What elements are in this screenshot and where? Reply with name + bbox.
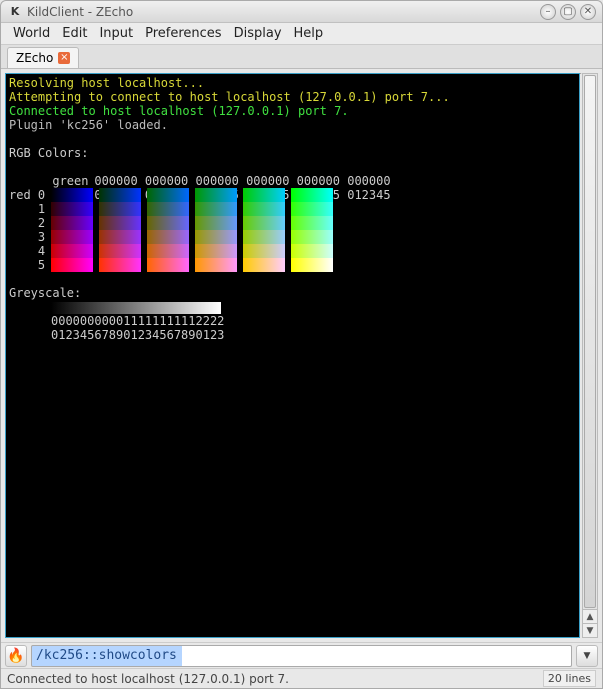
rgb-color-block [243,244,285,258]
rgb-row-label: 1 [9,202,51,216]
rgb-color-block [195,230,237,244]
rgb-row: 1 [9,202,576,216]
window-title: KildClient - ZEcho [27,5,536,19]
menu-edit[interactable]: Edit [56,24,93,43]
term-line: Resolving host localhost... [9,76,576,90]
maximize-button[interactable]: ▢ [560,4,576,20]
rgb-color-block [51,230,93,244]
term-blank [9,272,576,286]
rgb-color-block [243,188,285,202]
tab-label: ZEcho [16,51,53,65]
rgb-color-block [195,188,237,202]
scroll-up-icon[interactable]: ▲ [583,609,597,623]
input-row: 🔥 ▼ [1,642,602,668]
term-blank [9,132,576,146]
rgb-color-block [99,188,141,202]
menu-display[interactable]: Display [228,24,288,43]
rgb-color-block [195,216,237,230]
scrollbar-thumb[interactable] [584,75,596,608]
rgb-color-block [291,202,333,216]
main-area: ⋯⋯⋯ Resolving host localhost... Attempti… [1,69,602,642]
rgb-color-block [51,216,93,230]
minimize-button[interactable]: – [540,4,556,20]
scroll-down-icon[interactable]: ▼ [583,623,597,637]
status-lines: 20 lines [543,670,596,687]
vertical-scrollbar[interactable]: ▲ ▼ [582,73,598,638]
rgb-color-block [291,188,333,202]
rgb-color-block [51,258,93,272]
titlebar: K KildClient - ZEcho – ▢ ✕ [1,1,602,23]
rgb-color-block [243,230,285,244]
rgb-color-block [195,244,237,258]
rgb-row-label: 2 [9,216,51,230]
rgb-row: 4 [9,244,576,258]
app-icon: K [7,4,23,20]
rgb-color-block [243,216,285,230]
tabbar: ZEcho × [1,45,602,69]
rgb-color-block [243,258,285,272]
menu-help[interactable]: Help [288,24,330,43]
fire-icon[interactable]: 🔥 [5,645,27,667]
rgb-color-block [291,216,333,230]
menu-world[interactable]: World [7,24,56,43]
menu-preferences[interactable]: Preferences [139,24,227,43]
menu-input[interactable]: Input [93,24,139,43]
rgb-color-block [243,202,285,216]
history-dropdown-button[interactable]: ▼ [576,645,598,667]
rgb-color-block [147,188,189,202]
command-input[interactable] [31,645,572,667]
greyscale-row2: 012345678901234567890123 [51,328,576,342]
rgb-color-block [147,202,189,216]
rgb-color-block [99,202,141,216]
greyscale-title: Greyscale: [9,286,576,300]
rgb-color-block [147,258,189,272]
rgb-row: 3 [9,230,576,244]
rgb-row-label: 5 [9,258,51,272]
chevron-down-icon: ▼ [584,651,591,661]
rgb-row-label: red 0 [9,188,51,202]
rgb-title: RGB Colors: [9,146,576,160]
rgb-row-label: 4 [9,244,51,258]
rgb-color-block [195,202,237,216]
rgb-row: 5 [9,258,576,272]
rgb-color-block [99,258,141,272]
rgb-color-block [291,244,333,258]
statusbar: Connected to host localhost (127.0.0.1) … [1,668,602,688]
term-line: Plugin 'kc256' loaded. [9,118,576,132]
rgb-color-block [99,230,141,244]
close-window-button[interactable]: ✕ [580,4,596,20]
rgb-color-block [51,202,93,216]
rgb-color-block [99,244,141,258]
tab-close-icon[interactable]: × [58,52,70,64]
rgb-color-block [51,244,93,258]
rgb-green-header: green000000 000000 000000 000000 000000 … [9,160,576,174]
greyscale-bar [51,302,221,314]
rgb-color-block [147,216,189,230]
status-text: Connected to host localhost (127.0.0.1) … [7,672,289,686]
term-line: Connected to host localhost (127.0.0.1) … [9,104,576,118]
rgb-row-label: 3 [9,230,51,244]
menubar: World Edit Input Preferences Display Hel… [1,23,602,45]
term-line: Attempting to connect to host localhost … [9,90,576,104]
rgb-color-block [291,230,333,244]
greyscale-row1: 000000000011111111112222 [51,314,576,328]
rgb-color-block [291,258,333,272]
rgb-color-block [99,216,141,230]
rgb-color-block [51,188,93,202]
rgb-row: 2 [9,216,576,230]
terminal-output[interactable]: Resolving host localhost... Attempting t… [5,73,580,638]
rgb-color-block [195,258,237,272]
tab-zecho[interactable]: ZEcho × [7,47,79,68]
rgb-color-block [147,244,189,258]
rgb-color-block [147,230,189,244]
